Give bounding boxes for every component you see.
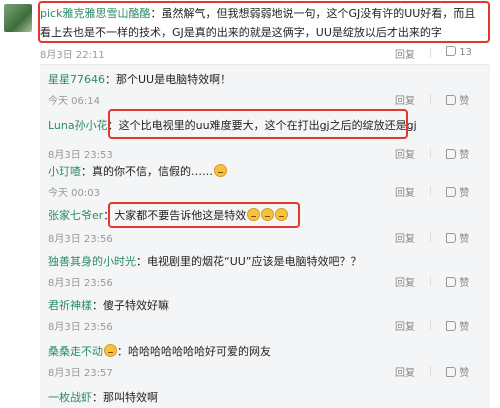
like-button[interactable]: 赞 bbox=[446, 364, 469, 379]
avatar[interactable] bbox=[4, 4, 32, 32]
main-comment-like-count: 13 bbox=[459, 47, 472, 58]
thumbs-up-icon bbox=[446, 277, 456, 287]
reply-meta: 今天 06:14 回复 赞 bbox=[0, 92, 500, 107]
reply-item: 君祈神樣：傻子特效好嘛 bbox=[48, 298, 488, 314]
divider bbox=[430, 94, 431, 104]
thumbs-up-icon bbox=[446, 95, 456, 105]
reply-meta: 8月3日 23:56 回复 赞 bbox=[0, 318, 500, 333]
highlight-box-main bbox=[38, 1, 490, 43]
reply-meta: 今天 00:03 回复 赞 bbox=[0, 184, 500, 199]
divider bbox=[430, 320, 431, 330]
reply-button[interactable]: 回复 bbox=[395, 318, 415, 333]
reply-text: ：电视剧里的烟花“UU”应该是电脑特效吧？？ bbox=[136, 255, 362, 268]
thumbs-up-icon bbox=[446, 233, 456, 243]
highlight-box-reply bbox=[108, 202, 300, 228]
reply-text: ：傻子特效好嘛 bbox=[92, 299, 169, 312]
main-comment-like-button[interactable]: 13 bbox=[446, 46, 472, 58]
laughing-emoji-icon bbox=[214, 164, 227, 177]
reply-item: 一枚战虾：那叫特效啊 bbox=[48, 390, 488, 406]
like-label: 赞 bbox=[459, 150, 470, 161]
reply-username[interactable]: 桑桑走不动 bbox=[48, 345, 103, 358]
reply-text: ：那叫特效啊 bbox=[92, 391, 158, 404]
reply-item: 桑桑走不动 ：哈哈哈哈哈哈哈好可爱的网友 bbox=[48, 344, 488, 360]
reply-username[interactable]: 君祈神樣 bbox=[48, 299, 92, 312]
reply-item: 小玎喳：真的你不信，信假的…… bbox=[48, 164, 488, 180]
reply-button[interactable]: 回复 bbox=[395, 274, 415, 289]
thumbs-up-icon bbox=[446, 46, 456, 56]
thumbs-up-icon bbox=[446, 149, 456, 159]
reply-time: 今天 06:14 bbox=[48, 96, 100, 107]
like-label: 赞 bbox=[459, 278, 470, 289]
reply-time: 8月3日 23:56 bbox=[48, 278, 113, 289]
reply-item: 独善其身的小时光：电视剧里的烟花“UU”应该是电脑特效吧？？ bbox=[48, 254, 488, 270]
reply-time: 8月3日 23:56 bbox=[48, 234, 113, 245]
like-button[interactable]: 赞 bbox=[446, 274, 469, 289]
like-button[interactable]: 赞 bbox=[446, 318, 469, 333]
main-comment-meta: 8月3日 22:11 回复 13 bbox=[0, 46, 500, 61]
main-comment-reply-button[interactable]: 回复 bbox=[395, 46, 415, 61]
reply-username[interactable]: 星星77646 bbox=[48, 73, 105, 86]
reply-username[interactable]: 独善其身的小时光 bbox=[48, 255, 136, 268]
like-button[interactable]: 赞 bbox=[446, 184, 469, 199]
divider bbox=[430, 232, 431, 242]
reply-button[interactable]: 回复 bbox=[395, 230, 415, 245]
like-button[interactable]: 赞 bbox=[446, 92, 469, 107]
reply-text: ：真的你不信，信假的…… bbox=[81, 165, 213, 178]
thumbs-up-icon bbox=[446, 321, 456, 331]
like-button[interactable]: 赞 bbox=[446, 230, 469, 245]
reply-time: 8月3日 23:57 bbox=[48, 368, 113, 379]
divider bbox=[430, 276, 431, 286]
reply-meta: 8月3日 23:56 回复 赞 bbox=[0, 230, 500, 245]
highlight-box-reply bbox=[108, 109, 408, 139]
reply-item: 星星77646：那个UU是电脑特效啊！ bbox=[48, 72, 488, 88]
reply-time: 今天 00:03 bbox=[48, 188, 100, 199]
like-label: 赞 bbox=[459, 234, 470, 245]
like-button[interactable]: 赞 bbox=[446, 146, 469, 161]
reply-text: ：那个UU是电脑特效啊！ bbox=[105, 73, 232, 86]
reply-username[interactable]: 小玎喳 bbox=[48, 165, 81, 178]
reply-meta: 8月3日 23:53 回复 赞 bbox=[0, 146, 500, 161]
like-label: 赞 bbox=[459, 96, 470, 107]
divider bbox=[430, 186, 431, 196]
reply-meta: 8月3日 23:56 回复 赞 bbox=[0, 274, 500, 289]
thumbs-up-icon bbox=[446, 367, 456, 377]
main-comment-time: 8月3日 22:11 bbox=[40, 50, 105, 61]
reply-button[interactable]: 回复 bbox=[395, 184, 415, 199]
thumbs-up-icon bbox=[446, 187, 456, 197]
reply-button[interactable]: 回复 bbox=[395, 92, 415, 107]
reply-username[interactable]: Luna孙小花 bbox=[48, 119, 108, 132]
reply-button[interactable]: 回复 bbox=[395, 364, 415, 379]
reply-meta: 8月3日 23:57 回复 赞 bbox=[0, 364, 500, 379]
reply-time: 8月3日 23:53 bbox=[48, 150, 113, 161]
divider bbox=[430, 366, 431, 376]
divider bbox=[430, 48, 431, 58]
reply-text: ：哈哈哈哈哈哈哈好可爱的网友 bbox=[117, 345, 271, 358]
reply-time: 8月3日 23:56 bbox=[48, 322, 113, 333]
reply-username[interactable]: 一枚战虾 bbox=[48, 391, 92, 404]
reply-username[interactable]: 张家七爷er bbox=[48, 209, 103, 222]
like-label: 赞 bbox=[459, 188, 470, 199]
like-label: 赞 bbox=[459, 368, 470, 379]
like-label: 赞 bbox=[459, 322, 470, 333]
reply-button[interactable]: 回复 bbox=[395, 146, 415, 161]
divider bbox=[430, 148, 431, 158]
laughing-emoji-icon bbox=[104, 344, 117, 357]
